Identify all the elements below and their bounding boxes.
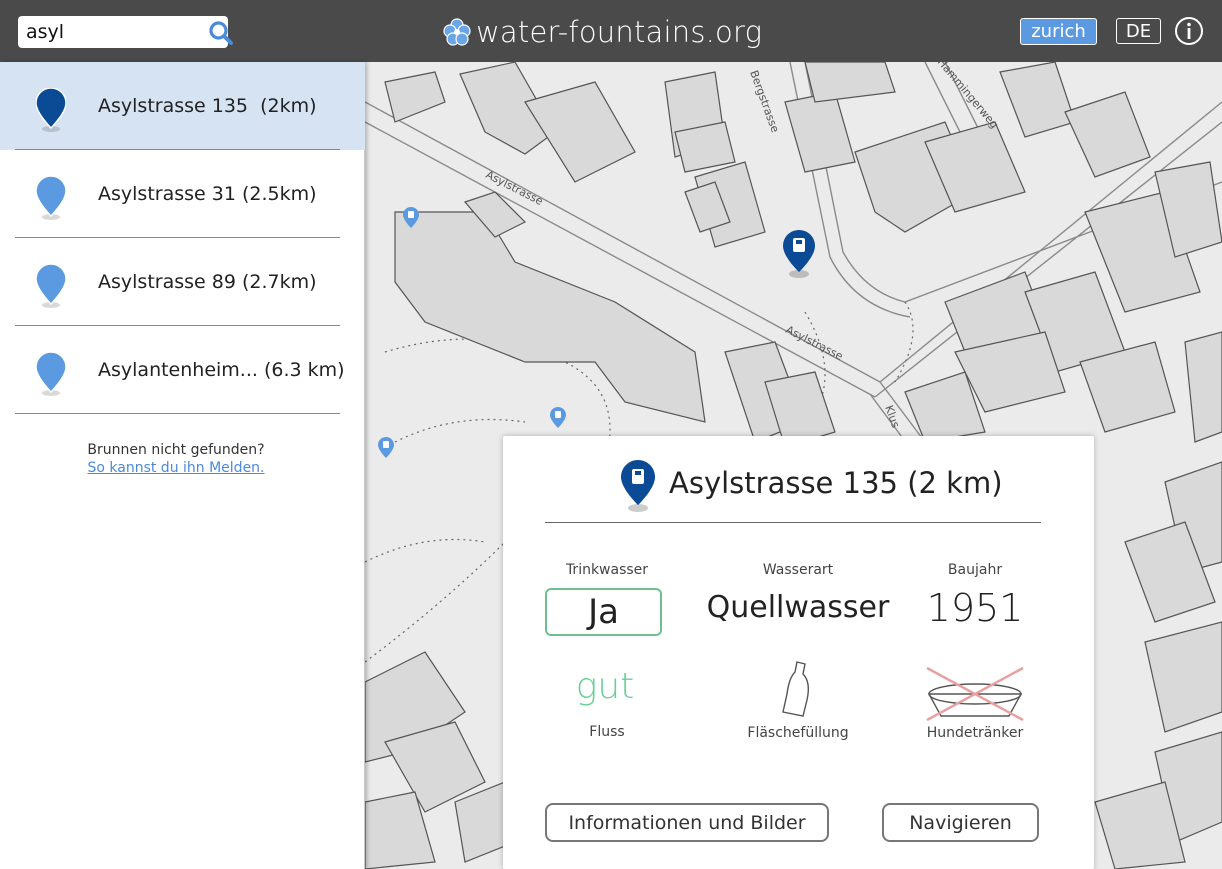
search-icon[interactable]	[208, 20, 234, 46]
report-fountain-link[interactable]: So kannst du ihn Melden.	[0, 460, 352, 476]
flaschefuellung-label: Fläschefüllung	[747, 725, 849, 741]
hundetraenker-label: Hundetränker	[926, 725, 1024, 741]
result-item[interactable]: Asylantenheim... (6.3 km)	[0, 326, 365, 414]
water-drops-logo-icon	[443, 18, 471, 46]
divider	[15, 413, 340, 414]
fluss-value: gut	[575, 666, 635, 707]
trinkwasser-label: Trinkwasser	[565, 562, 649, 578]
trinkwasser-value: Ja	[545, 588, 662, 636]
navigate-button[interactable]: Navigieren	[882, 803, 1039, 842]
result-item[interactable]: Asylstrasse 135 (2km)	[0, 62, 365, 150]
results-sidebar: Asylstrasse 135 (2km) Asylstrasse 31 (2.…	[0, 62, 365, 869]
info-and-images-button[interactable]: Informationen und Bilder	[545, 803, 829, 842]
city-button[interactable]: zurich	[1020, 18, 1097, 45]
result-label: Asylstrasse 31 (2.5km)	[98, 183, 317, 205]
info-icon[interactable]	[1174, 16, 1204, 46]
result-label: Asylantenheim... (6.3 km)	[98, 359, 345, 381]
map-pin-icon	[36, 176, 66, 220]
map-pin-icon	[36, 88, 66, 132]
dog-bowl-icon	[926, 666, 1024, 722]
fluss-label: Fluss	[589, 724, 625, 740]
not-found-notice: Brunnen nicht gefunden? So kannst du ihn…	[0, 442, 352, 476]
wasserart-value: Quellwasser	[706, 590, 890, 625]
bottle-icon	[782, 661, 810, 717]
search-box[interactable]	[18, 16, 233, 48]
baujahr-value: 1951	[926, 586, 1024, 630]
fountain-pin-icon	[621, 460, 655, 512]
fountain-title: Asylstrasse 135 (2 km)	[669, 466, 1003, 500]
search-input[interactable]	[26, 20, 186, 44]
fountain-info-card: Asylstrasse 135 (2 km) Trinkwasser Ja Wa…	[503, 436, 1094, 869]
result-label: Asylstrasse 89 (2.7km)	[98, 271, 317, 293]
divider	[545, 522, 1041, 523]
result-label: Asylstrasse 135 (2km)	[98, 95, 317, 117]
brand-title: water-fountains.org	[476, 15, 763, 49]
brand[interactable]: water-fountains.org	[442, 12, 762, 52]
map-pin-icon	[36, 352, 66, 396]
wasserart-label: Wasserart	[762, 562, 834, 578]
result-item[interactable]: Asylstrasse 31 (2.5km)	[0, 150, 365, 238]
map-pin-icon	[36, 264, 66, 308]
top-bar: water-fountains.org zurich DE	[0, 0, 1222, 62]
not-found-text: Brunnen nicht gefunden?	[87, 442, 265, 458]
result-item[interactable]: Asylstrasse 89 (2.7km)	[0, 238, 365, 326]
language-button[interactable]: DE	[1116, 18, 1161, 44]
baujahr-label: Baujahr	[947, 562, 1003, 578]
